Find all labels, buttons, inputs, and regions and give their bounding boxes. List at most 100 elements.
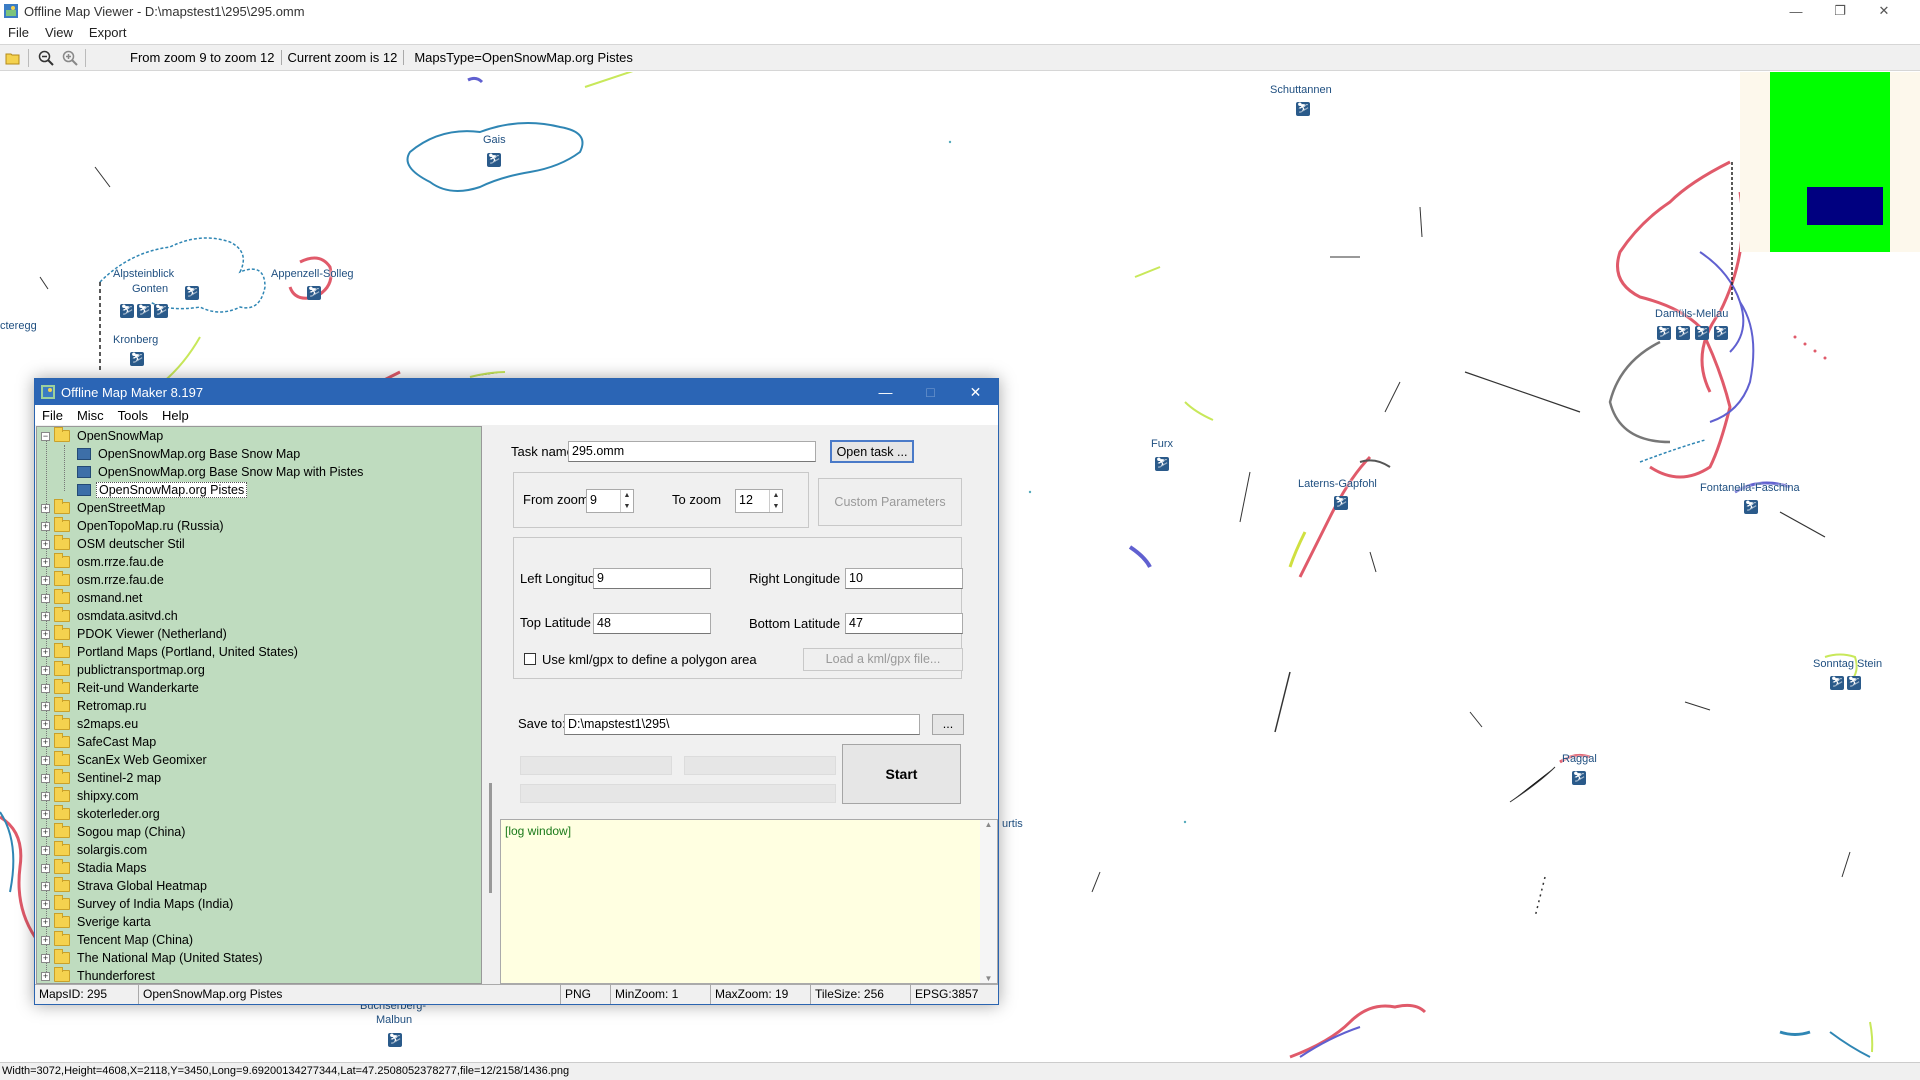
open-task-button[interactable]: Open task ... <box>830 440 914 463</box>
expand-icon[interactable]: + <box>41 917 50 927</box>
spin-down-icon[interactable]: ▼ <box>621 501 633 512</box>
expand-icon[interactable]: + <box>41 737 50 747</box>
tree-item-folder[interactable]: + publictransportmap.org <box>41 661 207 679</box>
expand-icon[interactable]: + <box>41 773 50 783</box>
expand-icon[interactable]: + <box>41 755 50 765</box>
maximize-button[interactable]: ❐ <box>1818 0 1862 22</box>
ski-resort-icon[interactable]: ⛷ <box>1676 326 1690 340</box>
zoom-in-icon[interactable] <box>59 47 81 69</box>
tree-item-map[interactable]: OpenSnowMap.org Base Snow Map with Piste… <box>77 463 365 481</box>
tree-item-folder[interactable]: + Sverige karta <box>41 913 153 931</box>
expand-icon[interactable]: + <box>41 863 50 873</box>
tree-item-opensnowmap[interactable]: − OpenSnowMap <box>41 427 165 445</box>
dialog-menu-help[interactable]: Help <box>155 408 196 423</box>
ski-resort-icon[interactable]: ⛷ <box>487 153 501 167</box>
menu-file[interactable]: File <box>0 25 37 40</box>
ski-resort-icon[interactable]: ⛷ <box>1334 496 1348 510</box>
collapse-icon[interactable]: − <box>41 431 50 441</box>
tree-item-folder[interactable]: + PDOK Viewer (Netherland) <box>41 625 229 643</box>
tree-item-folder[interactable]: + osm.rrze.fau.de <box>41 571 166 589</box>
tree-item-folder[interactable]: + Strava Global Heatmap <box>41 877 209 895</box>
tree-item-folder[interactable]: + Sogou map (China) <box>41 823 187 841</box>
scrollbar-thumb[interactable] <box>489 783 492 893</box>
ski-resort-icon[interactable]: ⛷ <box>1572 771 1586 785</box>
map-source-tree[interactable]: − OpenSnowMap OpenSnowMap.org Base Snow … <box>36 426 482 984</box>
tree-item-folder[interactable]: + osmdata.asitvd.ch <box>41 607 180 625</box>
tree-scrollbar[interactable] <box>482 426 499 984</box>
expand-icon[interactable]: + <box>41 593 50 603</box>
ski-resort-icon[interactable]: ⛷ <box>137 304 151 318</box>
dialog-title-bar[interactable]: Offline Map Maker 8.197 — □ ✕ <box>35 379 998 405</box>
task-name-input[interactable]: 295.omm <box>568 441 816 462</box>
ski-resort-icon[interactable]: ⛷ <box>1714 326 1728 340</box>
open-folder-icon[interactable] <box>2 47 24 69</box>
ski-resort-icon[interactable]: ⛷ <box>388 1033 402 1047</box>
left-longitude-input[interactable]: 9 <box>593 568 711 589</box>
tree-item-folder[interactable]: + osmand.net <box>41 589 144 607</box>
scroll-down-icon[interactable]: ▼ <box>980 974 997 983</box>
expand-icon[interactable]: + <box>41 791 50 801</box>
ski-resort-icon[interactable]: ⛷ <box>130 352 144 366</box>
tree-item-folder[interactable]: + The National Map (United States) <box>41 949 265 967</box>
tree-item-map[interactable]: OpenSnowMap.org Base Snow Map <box>77 445 302 463</box>
expand-icon[interactable]: + <box>41 557 50 567</box>
menu-export[interactable]: Export <box>81 25 135 40</box>
expand-icon[interactable]: + <box>41 827 50 837</box>
expand-icon[interactable]: + <box>41 899 50 909</box>
tree-item-folder[interactable]: + skoterleder.org <box>41 805 162 823</box>
tree-item-folder[interactable]: + solargis.com <box>41 841 149 859</box>
tree-item-folder[interactable]: + Reit-und Wanderkarte <box>41 679 201 697</box>
expand-icon[interactable]: + <box>41 611 50 621</box>
expand-icon[interactable]: + <box>41 683 50 693</box>
minimap-viewport[interactable] <box>1807 187 1883 225</box>
expand-icon[interactable]: + <box>41 845 50 855</box>
expand-icon[interactable]: + <box>41 647 50 657</box>
tree-item-folder[interactable]: + SafeCast Map <box>41 733 158 751</box>
menu-view[interactable]: View <box>37 25 81 40</box>
tree-item-folder[interactable]: + Stadia Maps <box>41 859 148 877</box>
ski-resort-icon[interactable]: ⛷ <box>154 304 168 318</box>
expand-icon[interactable]: + <box>41 665 50 675</box>
dialog-menu-file[interactable]: File <box>35 408 70 423</box>
tree-item-folder[interactable]: + shipxy.com <box>41 787 141 805</box>
spin-down-icon[interactable]: ▼ <box>770 501 782 512</box>
expand-icon[interactable]: + <box>41 539 50 549</box>
start-button[interactable]: Start <box>842 744 961 804</box>
right-longitude-input[interactable]: 10 <box>845 568 963 589</box>
expand-icon[interactable]: + <box>41 971 50 981</box>
kml-polygon-checkbox[interactable] <box>524 653 536 665</box>
tree-item-folder[interactable]: + Tencent Map (China) <box>41 931 195 949</box>
expand-icon[interactable]: + <box>41 575 50 585</box>
ski-resort-icon[interactable]: ⛷ <box>1695 326 1709 340</box>
to-zoom-spinner[interactable]: 12 ▲ ▼ <box>735 489 783 513</box>
save-to-input[interactable]: D:\mapstest1\295\ <box>564 714 920 735</box>
tree-item-folder[interactable]: + ScanEx Web Geomixer <box>41 751 209 769</box>
tree-item-folder[interactable]: + OSM deutscher Stil <box>41 535 187 553</box>
expand-icon[interactable]: + <box>41 701 50 711</box>
expand-icon[interactable]: + <box>41 953 50 963</box>
dialog-menu-tools[interactable]: Tools <box>111 408 155 423</box>
tree-item-folder[interactable]: + s2maps.eu <box>41 715 140 733</box>
expand-icon[interactable]: + <box>41 935 50 945</box>
expand-icon[interactable]: + <box>41 881 50 891</box>
tree-item-map-selected[interactable]: OpenSnowMap.org Pistes <box>77 481 248 499</box>
ski-resort-icon[interactable]: ⛷ <box>120 304 134 318</box>
bottom-latitude-input[interactable]: 47 <box>845 613 963 634</box>
zoom-out-icon[interactable] <box>35 47 57 69</box>
top-latitude-input[interactable]: 48 <box>593 613 711 634</box>
expand-icon[interactable]: + <box>41 629 50 639</box>
log-window[interactable]: [log window] ▲ ▼ <box>500 819 998 984</box>
expand-icon[interactable]: + <box>41 719 50 729</box>
tree-item-folder[interactable]: + Retromap.ru <box>41 697 148 715</box>
ski-resort-icon[interactable]: ⛷ <box>1744 500 1758 514</box>
tree-item-folder[interactable]: + Survey of India Maps (India) <box>41 895 235 913</box>
tree-item-folder[interactable]: + Portland Maps (Portland, United States) <box>41 643 300 661</box>
tree-item-folder[interactable]: + Sentinel-2 map <box>41 769 163 787</box>
dialog-close-button[interactable]: ✕ <box>953 379 998 405</box>
minimize-button[interactable]: — <box>1774 0 1818 22</box>
ski-resort-icon[interactable]: ⛷ <box>1657 326 1671 340</box>
ski-resort-icon[interactable]: ⛷ <box>307 286 321 300</box>
close-button[interactable]: ✕ <box>1862 0 1906 22</box>
minimap-overview[interactable] <box>1740 72 1920 252</box>
expand-icon[interactable]: + <box>41 809 50 819</box>
